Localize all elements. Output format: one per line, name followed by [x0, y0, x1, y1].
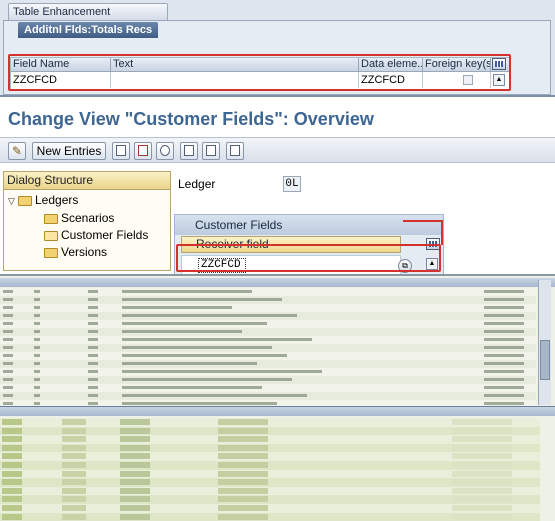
open-folder-icon — [44, 230, 58, 241]
undo-change-button[interactable] — [156, 142, 174, 160]
table-row — [0, 360, 536, 368]
select-block-icon — [206, 145, 216, 156]
folder-icon — [18, 195, 32, 206]
select-block-button[interactable] — [202, 142, 220, 160]
tree-item-versions[interactable]: Versions — [44, 245, 107, 260]
page-title: Change View "Customer Fields": Overview — [8, 109, 374, 129]
table-row — [0, 352, 536, 360]
illegible-table-panel — [0, 274, 555, 521]
display-change-button[interactable]: ✎ — [8, 142, 26, 160]
table-enhancement-panel: Table Enhancement Additnl Flds:Totals Re… — [0, 0, 555, 97]
table-row — [0, 288, 536, 296]
collapse-triangle-icon[interactable]: ▽ — [8, 194, 18, 209]
undo-icon — [160, 145, 170, 156]
tree-item-customer-fields[interactable]: Customer Fields — [44, 228, 148, 243]
window-title: Table Enhancement — [8, 3, 168, 21]
table-row — [0, 296, 536, 304]
tab-additional-fields[interactable]: Additnl Flds:Totals Recs — [18, 22, 158, 38]
highlight-box — [176, 244, 441, 272]
table-header-bar — [0, 278, 555, 287]
table-row — [0, 344, 536, 352]
table-row — [0, 384, 536, 392]
new-entries-button[interactable]: New Entries — [32, 142, 106, 160]
scrollbar-thumb[interactable] — [540, 340, 550, 380]
table-row — [0, 304, 536, 312]
highlight-box — [403, 220, 443, 245]
deselect-all-icon — [230, 145, 240, 156]
table-row — [0, 312, 536, 320]
folder-icon — [44, 247, 58, 258]
pencil-glasses-icon: ✎ — [11, 144, 23, 158]
vertical-scrollbar[interactable] — [538, 280, 551, 405]
table-row — [0, 512, 540, 521]
table-row — [0, 368, 536, 376]
select-all-icon — [184, 145, 194, 156]
ledger-label: Ledger — [178, 177, 216, 191]
tree-item-ledgers[interactable]: ▽ Ledgers — [8, 193, 78, 209]
ledger-field: 0L — [283, 176, 301, 192]
toolbar: ✎ New Entries — [0, 137, 555, 163]
lower-table-header-bar — [0, 406, 555, 416]
change-view-panel: Change View "Customer Fields": Overview … — [0, 99, 555, 274]
highlight-box — [8, 54, 511, 91]
copy-icon — [116, 145, 126, 156]
folder-icon — [44, 213, 58, 224]
dialog-structure: Dialog Structure ▽ Ledgers Scenarios Cust… — [3, 171, 171, 271]
table-row — [0, 376, 536, 384]
table-row — [0, 320, 536, 328]
dialog-structure-header: Dialog Structure — [4, 172, 170, 190]
select-all-button[interactable] — [180, 142, 198, 160]
table-row — [0, 392, 536, 400]
table-row — [0, 328, 536, 336]
copy-as-button[interactable] — [112, 142, 130, 160]
delete-button[interactable] — [134, 142, 152, 160]
delete-icon — [138, 145, 148, 156]
deselect-all-button[interactable] — [226, 142, 244, 160]
table-row — [0, 336, 536, 344]
tree-item-scenarios[interactable]: Scenarios — [44, 211, 114, 226]
